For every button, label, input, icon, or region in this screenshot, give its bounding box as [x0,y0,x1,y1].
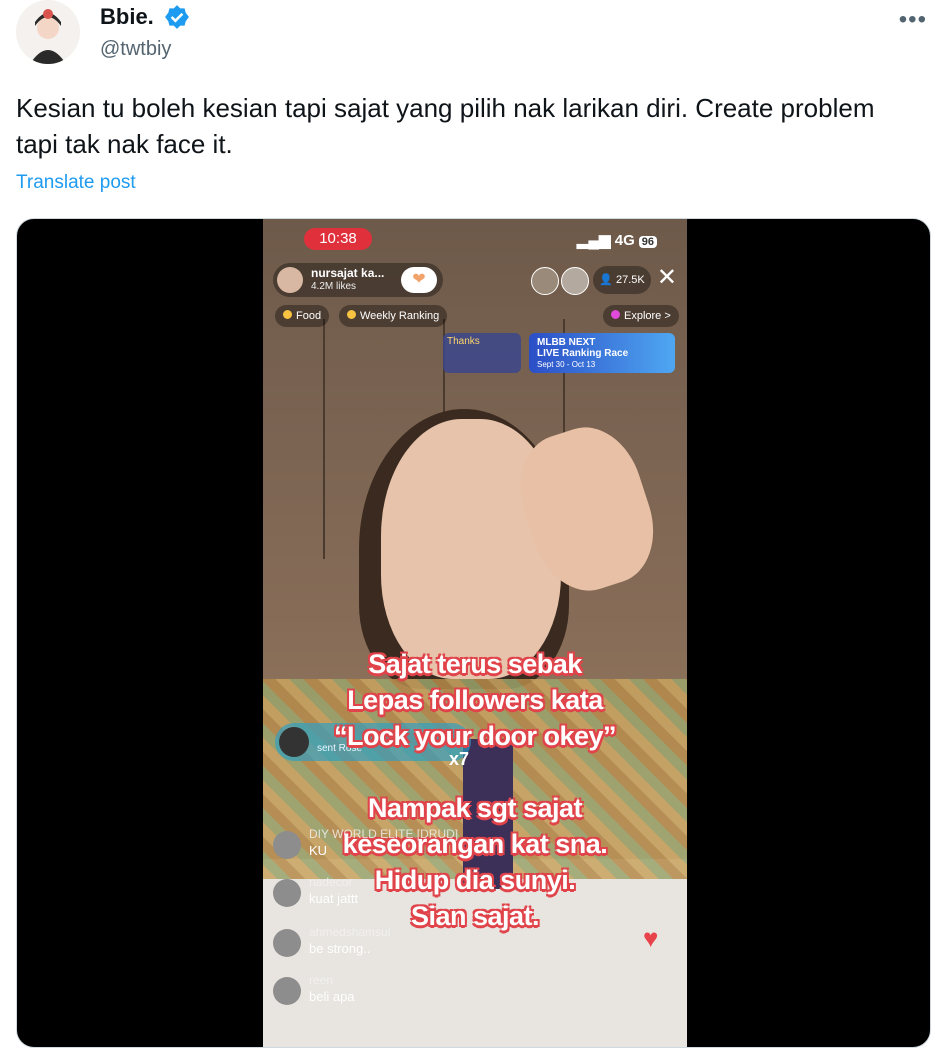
thanks-label: Thanks [447,336,480,347]
host-name: nursajat ka... [311,266,385,280]
verified-badge-icon [165,5,189,29]
network-label: 4G [614,232,635,249]
food-icon [283,310,292,319]
author-handle[interactable]: @twtbiy [100,38,171,61]
chip-explore-label: Explore > [624,310,671,322]
comment-avatar [273,831,301,859]
more-options-icon[interactable]: ••• [899,6,927,34]
gift-count: x7 [449,749,470,769]
close-icon[interactable]: ✕ [657,263,677,292]
thanks-banner[interactable]: Thanks [443,333,521,373]
host-avatar[interactable] [277,267,303,293]
viewer-avatar[interactable] [561,267,589,295]
comment-text: kuat jattt [309,891,359,906]
viewer-count[interactable]: 👤 27.5K [593,266,651,294]
chip-weekly-ranking-label: Weekly Ranking [360,310,440,322]
host-likes: 4.2M likes [311,281,357,292]
comment-user: DIY WORLD ELITE [DRUD] [309,827,459,841]
explore-icon [611,310,620,319]
translate-post-link[interactable]: Translate post [16,172,136,194]
caption-line: Sajat terus sebak [368,649,582,679]
host-info[interactable]: nursajat ka... 4.2M likes ❤ [273,263,443,297]
event-subtitle: LIVE Ranking Race [537,348,629,359]
comment-user: ahmedshamsul [309,925,391,939]
caption-line: Nampak sgt sajat [367,793,583,823]
chip-food[interactable]: Food [275,305,330,327]
event-title: MLBB NEXT [537,337,596,348]
status-bar: ▂▄▆ 4G 96 [577,231,657,249]
battery-level: 96 [638,236,657,248]
comment-text: be strong.. [309,941,371,956]
comment-user: nadecor [309,875,353,889]
live-stream-screenshot: 10:38 ▂▄▆ 4G 96 nursajat ka... 4.2M likes… [263,219,687,1047]
caption-line: Lepas followers kata [347,685,603,715]
tweet-media[interactable]: 10:38 ▂▄▆ 4G 96 nursajat ka... 4.2M likes… [16,218,931,1048]
comment-avatar [273,977,301,1005]
event-banner[interactable]: MLBB NEXT LIVE Ranking Race Sept 30 - Oc… [529,333,675,373]
comment-text: beli apa [309,989,355,1004]
status-time: 10:38 [304,228,372,250]
comment-text: KU [309,843,328,858]
tweet-text: Kesian tu boleh kesian tapi sajat yang p… [16,93,875,159]
person-icon: 👤 [599,274,616,286]
caption-line: “Lock your door okey” [333,721,617,751]
event-dates: Sept 30 - Oct 13 [537,360,596,369]
chip-explore[interactable]: Explore > [603,305,679,327]
chip-food-label: Food [296,310,322,322]
trophy-icon [347,310,356,319]
comment-avatar [273,929,301,957]
chip-weekly-ranking[interactable]: Weekly Ranking [339,305,448,327]
comment-avatar [273,879,301,907]
author-avatar[interactable] [16,0,80,64]
viewer-avatar[interactable] [531,267,559,295]
signal-icon: ▂▄▆ [576,232,615,249]
author-name[interactable]: Bbie. [100,4,154,30]
viewer-count-value: 27.5K [616,274,645,286]
follow-heart-button[interactable]: ❤ [401,267,437,293]
heart-icon[interactable]: ♥ [643,923,658,954]
comment-user: reen [309,973,334,987]
